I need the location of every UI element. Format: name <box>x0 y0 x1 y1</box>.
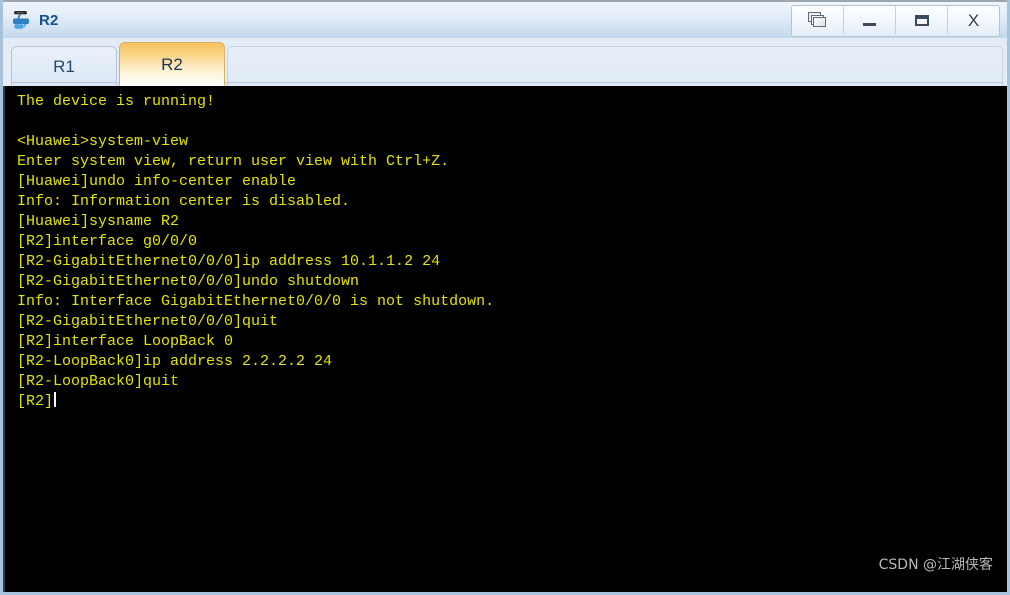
console-prompt: [R2] <box>17 393 54 410</box>
close-icon: X <box>967 10 980 30</box>
console-line: The device is running! <box>17 93 216 110</box>
tab-r2[interactable]: R2 <box>119 42 225 86</box>
tab-r1-label: R1 <box>53 56 75 76</box>
console-line: [R2-GigabitEthernet0/0/0]quit <box>17 313 279 330</box>
tab-bar: R1 R2 <box>3 38 1007 86</box>
cascade-windows-icon <box>808 12 827 28</box>
console-line: [R2-GigabitEthernet0/0/0]ip address 10.1… <box>17 253 441 270</box>
console-prompt-line[interactable]: [R2] <box>17 392 1007 412</box>
console-line: [R2]interface LoopBack 0 <box>17 333 234 350</box>
maximize-icon <box>914 14 929 26</box>
maximize-button[interactable] <box>896 6 948 34</box>
console-line: [R2]interface g0/0/0 <box>17 233 198 250</box>
minimize-icon <box>863 23 876 26</box>
console-line: [R2-LoopBack0]ip address 2.2.2.2 24 <box>17 353 333 370</box>
tab-r1[interactable]: R1 <box>11 46 117 86</box>
minimize-button[interactable] <box>844 6 896 34</box>
router-icon <box>11 9 33 31</box>
console-line: Enter system view, return user view with… <box>17 153 450 170</box>
console-line: <Huawei>system-view <box>17 133 189 150</box>
title-bar[interactable]: R2 X <box>3 0 1007 38</box>
console-output[interactable]: The device is running! <Huawei>system-vi… <box>3 86 1007 592</box>
title-bar-left: R2 <box>3 9 59 31</box>
text-cursor <box>54 392 57 407</box>
window-controls: X <box>791 5 1000 37</box>
close-button[interactable]: X <box>948 6 999 34</box>
terminal-window: R2 X R1 R2 The device is running! <Huawe… <box>0 0 1010 595</box>
console-line: [Huawei]undo info-center enable <box>17 173 297 190</box>
console-line: [Huawei]sysname R2 <box>17 213 180 230</box>
cascade-windows-button[interactable] <box>792 6 844 34</box>
console-line: [R2-GigabitEthernet0/0/0]undo shutdown <box>17 273 360 290</box>
console-line: [R2-LoopBack0]quit <box>17 373 180 390</box>
tab-bar-filler <box>227 46 1003 86</box>
watermark: CSDN @江湖侠客 <box>878 557 993 573</box>
console-line: Info: Interface GigabitEthernet0/0/0 is … <box>17 293 495 310</box>
console-line: Info: Information center is disabled. <box>17 193 351 210</box>
tab-r2-label: R2 <box>161 54 183 74</box>
window-title: R2 <box>39 11 59 29</box>
